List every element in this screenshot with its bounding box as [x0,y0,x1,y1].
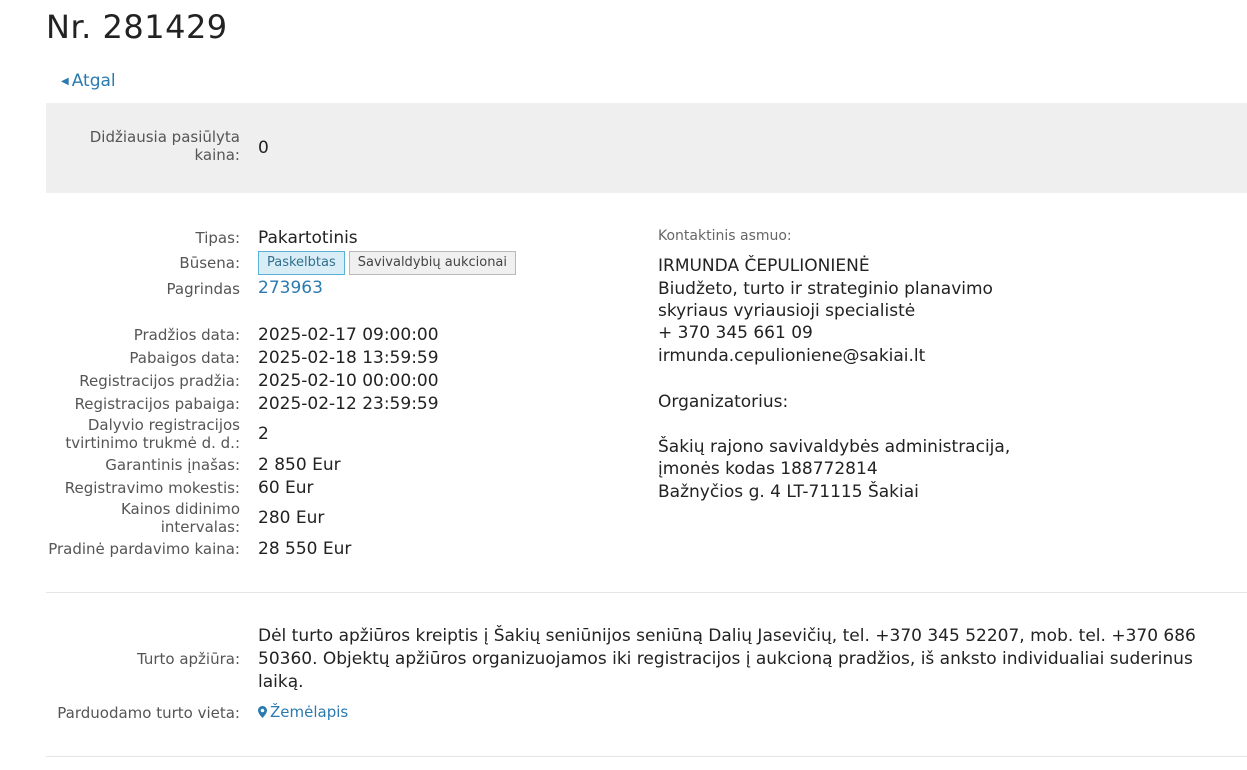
start-date-value: 2025-02-17 09:00:00 [258,325,439,345]
contact-label: Kontaktinis asmuo: [658,228,792,244]
map-link-label: Žemėlapis [270,703,349,721]
registration-fee-label: Registravimo mokestis: [64,479,240,497]
contact-name: IRMUNDA ČEPULIONIENĖ [658,256,870,276]
property-review-label: Turto apžiūra: [136,650,240,668]
confirmation-duration-value: 2 [258,424,269,444]
starting-price-value: 28 550 Eur [258,539,352,559]
map-marker-icon [258,706,267,718]
highest-price-label: Didžiausia pasiūlyta kaina: [89,128,240,164]
registration-fee-value: 60 Eur [258,478,314,498]
location-label: Parduodamo turto vieta: [57,704,240,722]
type-value: Pakartotinis [258,228,358,248]
end-date-value: 2025-02-18 13:59:59 [258,348,439,368]
start-date-label: Pradžios data: [133,326,240,344]
organizer-label: Organizatorius: [658,392,789,412]
basis-label: Pagrindas [166,280,240,298]
back-link-label: Atgal [71,71,116,91]
confirmation-duration-label: Dalyvio registracijos tvirtinimo trukmė … [65,416,240,452]
bottom-divider [46,756,1247,757]
starting-price-label: Pradinė pardavimo kaina: [48,540,240,558]
deposit-value: 2 850 Eur [258,455,341,475]
basis-link[interactable]: 273963 [258,278,323,298]
status-badge-category: Savivaldybių aukcionai [348,251,517,275]
basis-value: 273963 [258,278,323,298]
registration-start-label: Registracijos pradžia: [79,372,240,390]
map-link[interactable]: Žemėlapis [258,703,348,721]
deposit-label: Garantinis įnašas: [105,456,240,474]
section-divider [46,592,1247,593]
organizer-address: Bažnyčios g. 4 LT-71115 Šakiai [658,482,919,502]
end-date-label: Pabaigos data: [129,349,240,367]
page-title: Nr. 281429 [46,8,228,46]
status-badge-published: Paskelbtas [258,251,345,275]
status-label: Būsena: [179,254,240,272]
property-review-text: Dėl turto apžiūros kreiptis į Šakių seni… [258,626,1196,692]
status-badges: Paskelbtas Savivaldybių aukcionai [258,251,520,275]
price-increment-label: Kainos didinimo intervalas: [120,500,240,536]
organizer-name: Šakių rajono savivaldybės administracija… [658,437,1011,457]
highest-price-value: 0 [258,138,269,158]
contact-position-line2: skyriaus vyriausioji specialistė [658,301,916,321]
caret-left-icon: ◀ [61,75,69,87]
registration-start-value: 2025-02-10 00:00:00 [258,371,439,391]
registration-end-value: 2025-02-12 23:59:59 [258,394,439,414]
contact-phone: + 370 345 661 09 [658,323,813,343]
registration-end-label: Registracijos pabaiga: [74,395,240,413]
price-increment-value: 280 Eur [258,508,325,528]
contact-position-line1: Biudžeto, turto ir strateginio planavimo [658,279,993,299]
organizer-code: įmonės kodas 188772814 [658,459,878,479]
back-link[interactable]: ◀ Atgal [61,71,116,91]
contact-email: irmunda.cepulioniene@sakiai.lt [658,346,926,366]
type-label: Tipas: [195,229,240,247]
